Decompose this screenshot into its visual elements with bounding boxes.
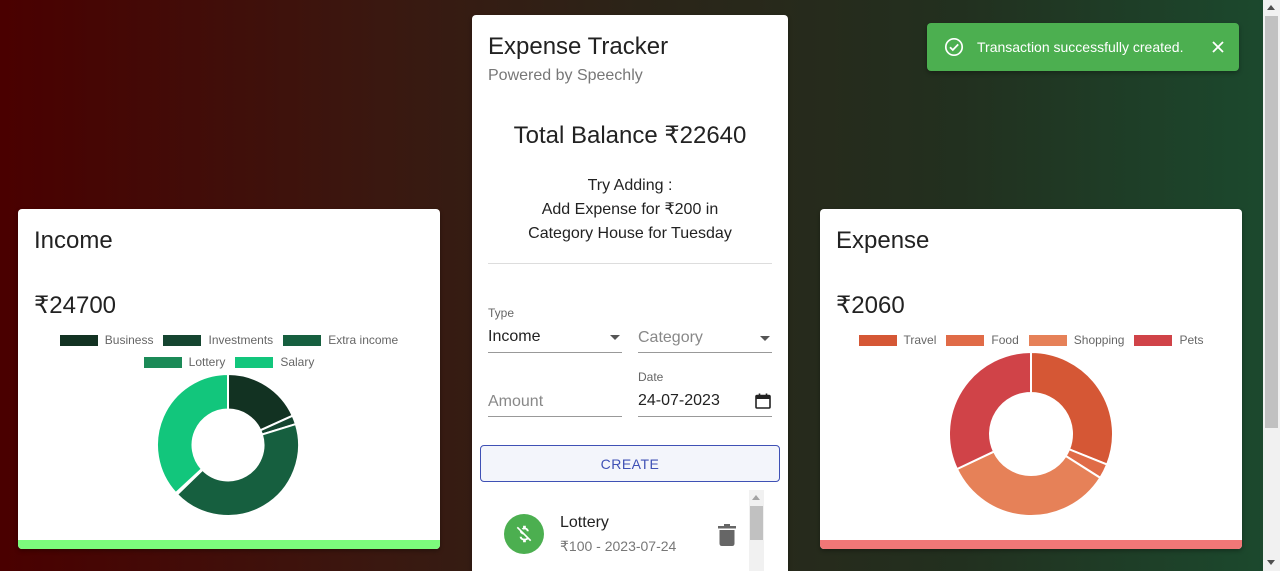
type-select[interactable]: Type Income bbox=[488, 306, 622, 354]
income-legend-item[interactable]: Lottery bbox=[143, 351, 226, 373]
expense-legend-label: Food bbox=[991, 333, 1019, 347]
income-legend-label: Investments bbox=[208, 333, 274, 347]
expense-legend-label: Pets bbox=[1179, 333, 1204, 347]
expense-legend-item[interactable]: Food bbox=[946, 329, 1019, 351]
calendar-icon[interactable] bbox=[754, 392, 772, 410]
income-legend-label: Lottery bbox=[188, 355, 226, 369]
date-label: Date bbox=[638, 370, 664, 384]
divider bbox=[488, 263, 772, 264]
expense-slice-travel[interactable] bbox=[1030, 351, 1114, 466]
expense-legend-item[interactable]: Pets bbox=[1134, 329, 1204, 351]
income-legend-item[interactable]: Business bbox=[59, 329, 154, 351]
toast-message: Transaction successfully created. bbox=[977, 39, 1184, 55]
close-icon[interactable] bbox=[1211, 40, 1225, 54]
transaction-avatar bbox=[504, 514, 544, 554]
page-scroll-thumb[interactable] bbox=[1265, 16, 1278, 428]
success-toast: Transaction successfully created. bbox=[927, 23, 1239, 71]
income-legend-label: Extra income bbox=[328, 333, 399, 347]
list-scroll-thumb[interactable] bbox=[750, 506, 763, 540]
expense-legend-item[interactable]: Travel bbox=[858, 329, 937, 351]
money-off-icon bbox=[516, 525, 532, 543]
income-donut-chart bbox=[156, 373, 300, 517]
expense-legend-swatch bbox=[946, 334, 985, 346]
expense-amount: ₹2060 bbox=[836, 292, 905, 319]
expense-tracker-card: Expense Tracker Powered by Speechly Tota… bbox=[472, 15, 788, 571]
income-amount: ₹24700 bbox=[34, 292, 117, 319]
income-bottom-bar bbox=[18, 540, 440, 549]
expense-card: Expense ₹2060 Travel Food Shopping Pets bbox=[820, 209, 1242, 549]
income-legend-label: Business bbox=[104, 333, 154, 347]
income-legend-item[interactable]: Salary bbox=[235, 351, 314, 373]
type-dropdown-icon bbox=[610, 335, 620, 340]
income-slice-salary[interactable] bbox=[156, 373, 229, 495]
trash-icon[interactable] bbox=[718, 524, 736, 546]
category-underline bbox=[638, 352, 772, 353]
income-legend-swatch bbox=[59, 334, 98, 346]
income-legend-swatch bbox=[163, 334, 202, 346]
expense-legend: Travel Food Shopping Pets bbox=[820, 329, 1242, 351]
date-input[interactable]: Date 24-07-2023 bbox=[638, 370, 772, 418]
date-underline bbox=[638, 416, 772, 417]
category-dropdown-icon bbox=[760, 336, 770, 341]
income-legend-item[interactable]: Investments bbox=[163, 329, 273, 351]
check-circle-icon bbox=[944, 37, 964, 57]
income-card: Income ₹24700 Business Investments Extra i… bbox=[18, 209, 440, 549]
hint-line-2: Add Expense for ₹200 in bbox=[541, 201, 719, 218]
expense-donut-chart bbox=[948, 351, 1114, 517]
type-value: Income bbox=[488, 328, 541, 345]
scroll-up-arrow-icon[interactable] bbox=[752, 495, 760, 500]
expense-slice-pets[interactable] bbox=[948, 351, 1032, 471]
income-legend-item[interactable]: Extra income bbox=[283, 329, 398, 351]
tracker-title: Expense Tracker bbox=[488, 33, 669, 60]
amount-underline bbox=[488, 416, 622, 417]
hint-line-1: Try Adding : bbox=[587, 177, 673, 194]
income-legend: Business Investments Extra income Lottery Sa… bbox=[18, 329, 440, 373]
expense-bottom-bar bbox=[820, 540, 1242, 549]
create-button[interactable]: CREATE bbox=[480, 445, 780, 482]
category-placeholder: Category bbox=[638, 329, 703, 346]
income-legend-label: Salary bbox=[280, 355, 315, 369]
page-scroll-up-icon[interactable] bbox=[1267, 5, 1275, 10]
income-legend-swatch bbox=[235, 356, 274, 368]
transaction-list: Lottery ₹100 - 2023-07-24 bbox=[480, 490, 780, 571]
income-legend-swatch bbox=[143, 356, 182, 368]
total-balance: Total Balance ₹22640 bbox=[513, 122, 747, 149]
expense-legend-swatch bbox=[1028, 334, 1067, 346]
amount-placeholder: Amount bbox=[488, 393, 544, 410]
date-value: 24-07-2023 bbox=[638, 392, 720, 409]
page-scroll-down-icon[interactable] bbox=[1267, 560, 1275, 565]
income-legend-swatch bbox=[283, 334, 322, 346]
list-scrollbar[interactable] bbox=[749, 490, 764, 571]
expense-legend-label: Shopping bbox=[1073, 333, 1125, 347]
expense-legend-swatch bbox=[858, 334, 897, 346]
expense-legend-item[interactable]: Shopping bbox=[1028, 329, 1125, 351]
hint-text: Try Adding : Add Expense for ₹200 in Cat… bbox=[472, 174, 788, 246]
expense-title: Expense bbox=[836, 227, 930, 254]
transaction-detail: ₹100 - 2023-07-24 bbox=[560, 538, 677, 554]
type-underline bbox=[488, 352, 622, 353]
amount-input[interactable]: Amount bbox=[488, 370, 622, 418]
category-select[interactable]: Category bbox=[638, 306, 772, 354]
type-label: Type bbox=[488, 306, 515, 320]
transaction-title: Lottery bbox=[560, 514, 609, 531]
hint-line-3: Category House for Tuesday bbox=[528, 225, 732, 242]
page-scrollbar[interactable] bbox=[1263, 0, 1280, 571]
income-title: Income bbox=[34, 227, 113, 254]
tracker-subtitle: Powered by Speechly bbox=[488, 67, 643, 84]
expense-legend-label: Travel bbox=[903, 333, 937, 347]
expense-legend-swatch bbox=[1134, 334, 1173, 346]
